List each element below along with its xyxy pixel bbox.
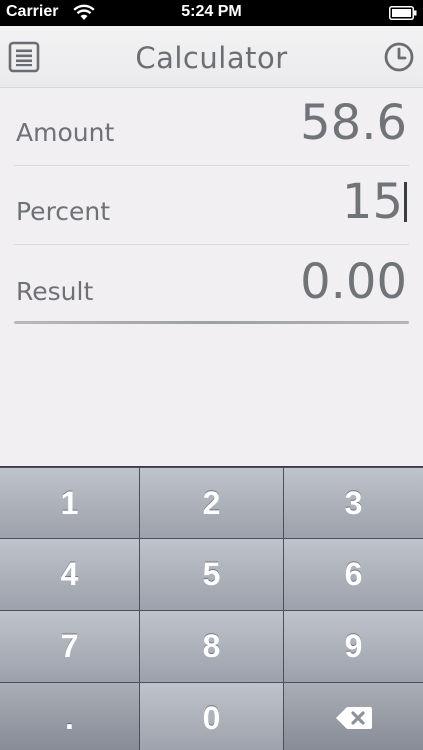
percent-row[interactable]: Percent 15 [14, 167, 409, 245]
page-title: Calculator [135, 41, 288, 75]
backspace-button[interactable] [284, 683, 423, 750]
key-5[interactable]: 5 [140, 539, 283, 610]
key-7[interactable]: 7 [0, 611, 139, 682]
percent-field[interactable]: 15 [342, 174, 407, 230]
key-4[interactable]: 4 [0, 539, 139, 610]
key-3[interactable]: 3 [284, 468, 423, 538]
status-bar: Carrier 5:24 PM [0, 0, 423, 26]
navigation-bar: Calculator [0, 26, 423, 88]
key-0[interactable]: 0 [140, 683, 283, 750]
key-8[interactable]: 8 [140, 611, 283, 682]
backspace-icon [335, 707, 372, 729]
key-1[interactable]: 1 [0, 468, 139, 538]
key-decimal[interactable]: . [0, 683, 139, 750]
amount-row[interactable]: Amount 58.6 [14, 88, 409, 166]
amount-label: Amount [16, 118, 115, 147]
battery-icon [389, 6, 417, 20]
key-6[interactable]: 6 [284, 539, 423, 610]
clock-icon[interactable] [383, 41, 415, 73]
text-cursor [404, 182, 407, 222]
result-row: Result 0.00 [14, 246, 409, 324]
percent-label: Percent [16, 197, 111, 226]
result-divider [14, 321, 409, 324]
key-9[interactable]: 9 [284, 611, 423, 682]
status-time: 5:24 PM [181, 3, 242, 20]
result-label: Result [16, 277, 94, 306]
numeric-keypad: 1 2 3 4 5 6 7 8 9 . 0 [0, 466, 423, 750]
result-value: 0.00 [300, 254, 407, 310]
calculator-screen: Calculator Amount 58.6 Percent 15 Result… [0, 26, 423, 466]
amount-field[interactable]: 58.6 [300, 95, 407, 151]
percent-value: 15 [341, 174, 403, 230]
key-2[interactable]: 2 [140, 468, 283, 538]
